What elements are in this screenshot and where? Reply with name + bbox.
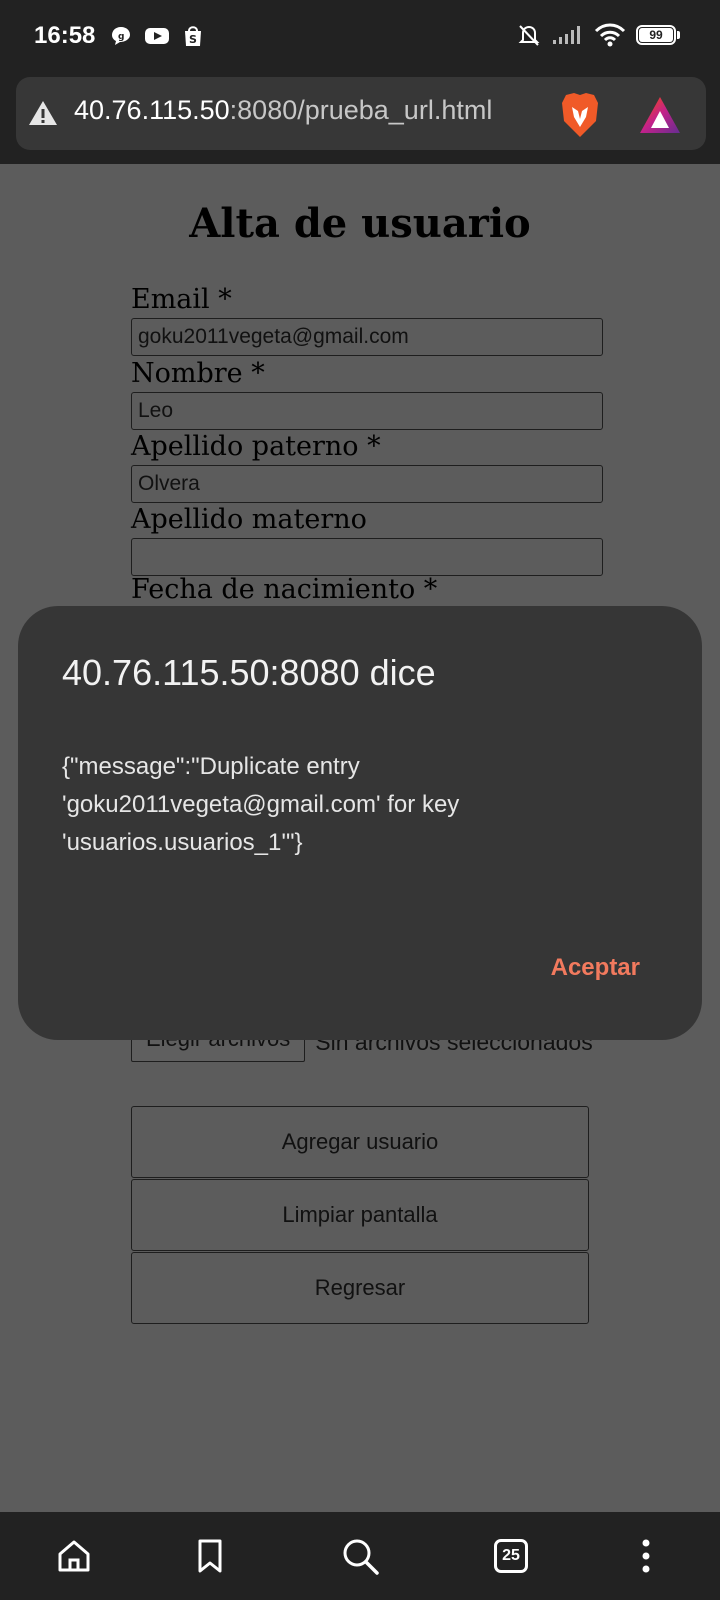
apellido-paterno-label: Apellido paterno * [131, 431, 381, 462]
back-button[interactable]: Regresar [131, 1252, 589, 1324]
email-field[interactable]: goku2011vegeta@gmail.com [131, 318, 603, 356]
bookmarks-button[interactable] [186, 1532, 234, 1580]
search-button[interactable] [336, 1532, 384, 1580]
battery-level: 99 [639, 28, 673, 42]
dialog-message: {"message":"Duplicate entry 'goku2011veg… [62, 753, 460, 856]
home-button[interactable] [50, 1532, 98, 1580]
url-path: :8080/prueba_url.html [229, 95, 493, 125]
apellido-materno-field[interactable] [131, 538, 603, 576]
dialog-title: 40.76.115.50:8080 dice [62, 652, 436, 693]
url-text[interactable]: 40.76.115.50:8080/prueba_url.html [74, 95, 492, 126]
svg-text:S: S [189, 33, 197, 46]
address-bar[interactable]: 40.76.115.50:8080/prueba_url.html [16, 77, 706, 150]
home-icon [58, 1540, 90, 1572]
alert-dialog: 40.76.115.50:8080 dice {"message":"Dupli… [18, 606, 702, 1040]
status-app-icons: g S [110, 24, 204, 48]
browser-toolbar: 40.76.115.50:8080/prueba_url.html [0, 72, 720, 164]
nombre-field[interactable]: Leo [131, 392, 603, 430]
battery-indicator: 99 [636, 25, 680, 45]
brave-rewards-icon[interactable] [638, 95, 682, 135]
bell-muted-icon [518, 25, 540, 46]
add-user-button[interactable]: Agregar usuario [131, 1106, 589, 1178]
accept-button[interactable]: Aceptar [551, 954, 640, 982]
email-label: Email * [131, 284, 232, 315]
warning-icon[interactable] [28, 99, 58, 127]
shopping-bag-icon: S [185, 26, 201, 46]
url-host: 40.76.115.50 [74, 95, 230, 125]
apellido-paterno-field[interactable]: Olvera [131, 465, 603, 503]
wifi-icon [594, 23, 626, 47]
signal-icon [553, 26, 580, 44]
status-time: 16:58 [34, 22, 96, 49]
page-title: Alta de usuario [189, 200, 531, 247]
youtube-icon [145, 28, 169, 44]
tabs-icon: 25 [494, 1539, 528, 1573]
status-bar: 16:58 g S 99 [0, 0, 720, 72]
search-icon [343, 1539, 379, 1575]
more-icon [642, 1539, 650, 1573]
bottom-navigation: 25 [0, 1512, 720, 1600]
brave-lion-icon[interactable] [558, 91, 602, 139]
clear-screen-button[interactable]: Limpiar pantalla [131, 1179, 589, 1251]
chat-bubble-icon: g [112, 27, 130, 45]
status-indicators: 99 [516, 22, 680, 48]
fecha-nacimiento-label: Fecha de nacimiento * [131, 574, 438, 605]
svg-text:g: g [118, 32, 124, 42]
apellido-materno-label: Apellido materno [131, 504, 367, 535]
nombre-label: Nombre * [131, 358, 265, 389]
bookmark-icon [198, 1539, 222, 1573]
menu-button[interactable] [622, 1532, 670, 1580]
tabs-button[interactable]: 25 [487, 1532, 535, 1580]
